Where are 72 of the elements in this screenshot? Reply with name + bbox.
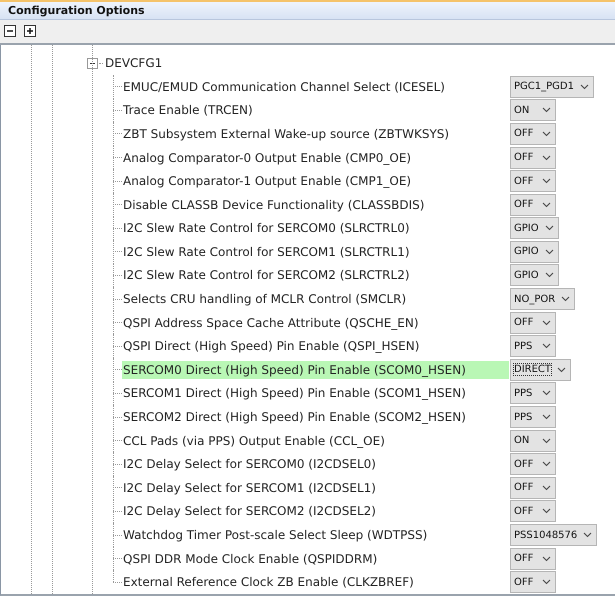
caret-icon — [542, 320, 551, 326]
option-label[interactable]: I2C Delay Select for SERCOM1 (I2CDSEL1) — [122, 478, 509, 497]
option-label[interactable]: CCL Pads (via PPS) Output Enable (CCL_OE) — [122, 432, 509, 450]
caret-icon — [561, 296, 570, 302]
caret-icon — [580, 84, 589, 90]
caret-icon — [544, 225, 554, 232]
option-label[interactable]: I2C Slew Rate Control for SERCOM1 (SLRCTRL1) — [122, 242, 509, 261]
option-label[interactable]: SERCOM1 Direct (High Speed) Pin Enable (SCOM1_HSEN) — [122, 384, 509, 402]
caret-icon — [542, 414, 551, 420]
caret-icon — [542, 556, 551, 562]
caret-icon — [542, 461, 551, 468]
option-label[interactable]: SERCOM2 Direct (High Speed) Pin Enable (SCOM2_HSEN) — [122, 408, 509, 426]
caret-icon — [542, 343, 551, 350]
value-dropdown[interactable]: PPS — [510, 335, 556, 358]
option-label[interactable]: Analog Comparator-1 Output Enable (CMP1_OE) — [122, 172, 509, 190]
option-label[interactable]: Selects CRU handling of MCLR Control (SMCLR) — [122, 290, 509, 308]
option-label[interactable]: External Reference Clock ZB Enable (CLKZBREF) — [122, 573, 509, 592]
option-label[interactable]: QSPI Direct (High Speed) Pin Enable (QSPI_HSEN) — [122, 337, 509, 356]
value-dropdown[interactable]: PSS1048576 — [510, 524, 598, 546]
caret-icon — [583, 532, 592, 538]
value-dropdown[interactable]: OFF — [510, 312, 556, 334]
value-dropdown[interactable]: ON — [510, 430, 556, 452]
caret-icon — [542, 130, 551, 137]
caret-icon — [542, 390, 551, 396]
expand-all-button[interactable] — [24, 25, 36, 38]
option-label[interactable]: Analog Comparator-0 Output Enable (CMP0_OE) — [122, 148, 509, 167]
value-dropdown[interactable]: DIRECT — [510, 358, 572, 381]
caret-icon — [542, 178, 551, 184]
value-dropdown[interactable]: ON — [510, 99, 556, 122]
value-dropdown[interactable]: OFF — [510, 194, 556, 216]
caret-icon — [542, 107, 551, 114]
option-label[interactable]: Watchdog Timer Post-scale Select Sleep (WDTPSS) — [122, 526, 509, 544]
value-dropdown[interactable]: GPIO — [510, 240, 559, 263]
caret-icon — [542, 508, 551, 514]
caret-icon — [557, 366, 566, 373]
option-label[interactable]: Disable CLASSB Device Functionality (CLASSBDIS) — [122, 196, 509, 214]
value-dropdown[interactable]: PPS — [510, 406, 556, 428]
caret-icon — [542, 438, 551, 444]
caret-icon — [544, 272, 554, 278]
caret-icon — [544, 248, 554, 255]
collapse-all-button[interactable] — [4, 25, 16, 38]
option-label[interactable]: Trace Enable (TRCEN) — [122, 101, 509, 120]
value-dropdown[interactable]: OFF — [510, 500, 556, 522]
value-dropdown[interactable]: OFF — [510, 122, 556, 145]
value-dropdown[interactable]: OFF — [510, 548, 556, 570]
option-label[interactable]: QSPI DDR Mode Clock Enable (QSPIDDRM) — [122, 550, 509, 568]
value-dropdown[interactable]: OFF — [510, 146, 556, 169]
value-dropdown[interactable]: GPIO — [510, 264, 559, 286]
value-dropdown[interactable]: PGC1_PGD1 — [510, 76, 594, 98]
value-dropdown[interactable]: OFF — [510, 453, 556, 476]
caret-icon — [542, 154, 551, 161]
caret-icon — [542, 202, 551, 208]
caret-icon — [542, 579, 551, 586]
option-label[interactable]: ZBT Subsystem External Wake-up source (ZBTWKSYS) — [122, 124, 509, 143]
option-label[interactable]: SERCOM0 Direct (High Speed) Pin Enable (SCOM0_HSEN) — [122, 360, 509, 379]
value-dropdown[interactable]: NO_POR — [510, 288, 576, 310]
caret-icon — [542, 484, 551, 491]
option-label[interactable]: I2C Delay Select for SERCOM2 (I2CDSEL2) — [122, 502, 509, 520]
value-dropdown[interactable]: OFF — [510, 476, 556, 499]
value-dropdown[interactable]: OFF — [510, 170, 556, 192]
expand-all-icon — [26, 27, 34, 36]
panel-title: Configuration Options — [8, 4, 145, 17]
option-label[interactable]: QSPI Address Space Cache Attribute (QSCHE_EN) — [122, 314, 509, 332]
value-dropdown[interactable]: OFF — [510, 571, 556, 594]
option-label[interactable]: EMUC/EMUD Communication Channel Select (ICESEL) — [122, 78, 509, 96]
value-dropdown[interactable]: PPS — [510, 382, 556, 404]
option-label[interactable]: I2C Slew Rate Control for SERCOM2 (SLRCTRL2) — [122, 266, 509, 284]
tree-toggle[interactable] — [87, 58, 98, 69]
option-label[interactable]: I2C Slew Rate Control for SERCOM0 (SLRCTRL0) — [122, 219, 509, 238]
value-dropdown[interactable]: GPIO — [510, 217, 559, 240]
option-label[interactable]: I2C Delay Select for SERCOM0 (I2CDSEL0) — [122, 455, 509, 474]
tree-node-label[interactable]: DEVCFG1 — [105, 56, 162, 70]
